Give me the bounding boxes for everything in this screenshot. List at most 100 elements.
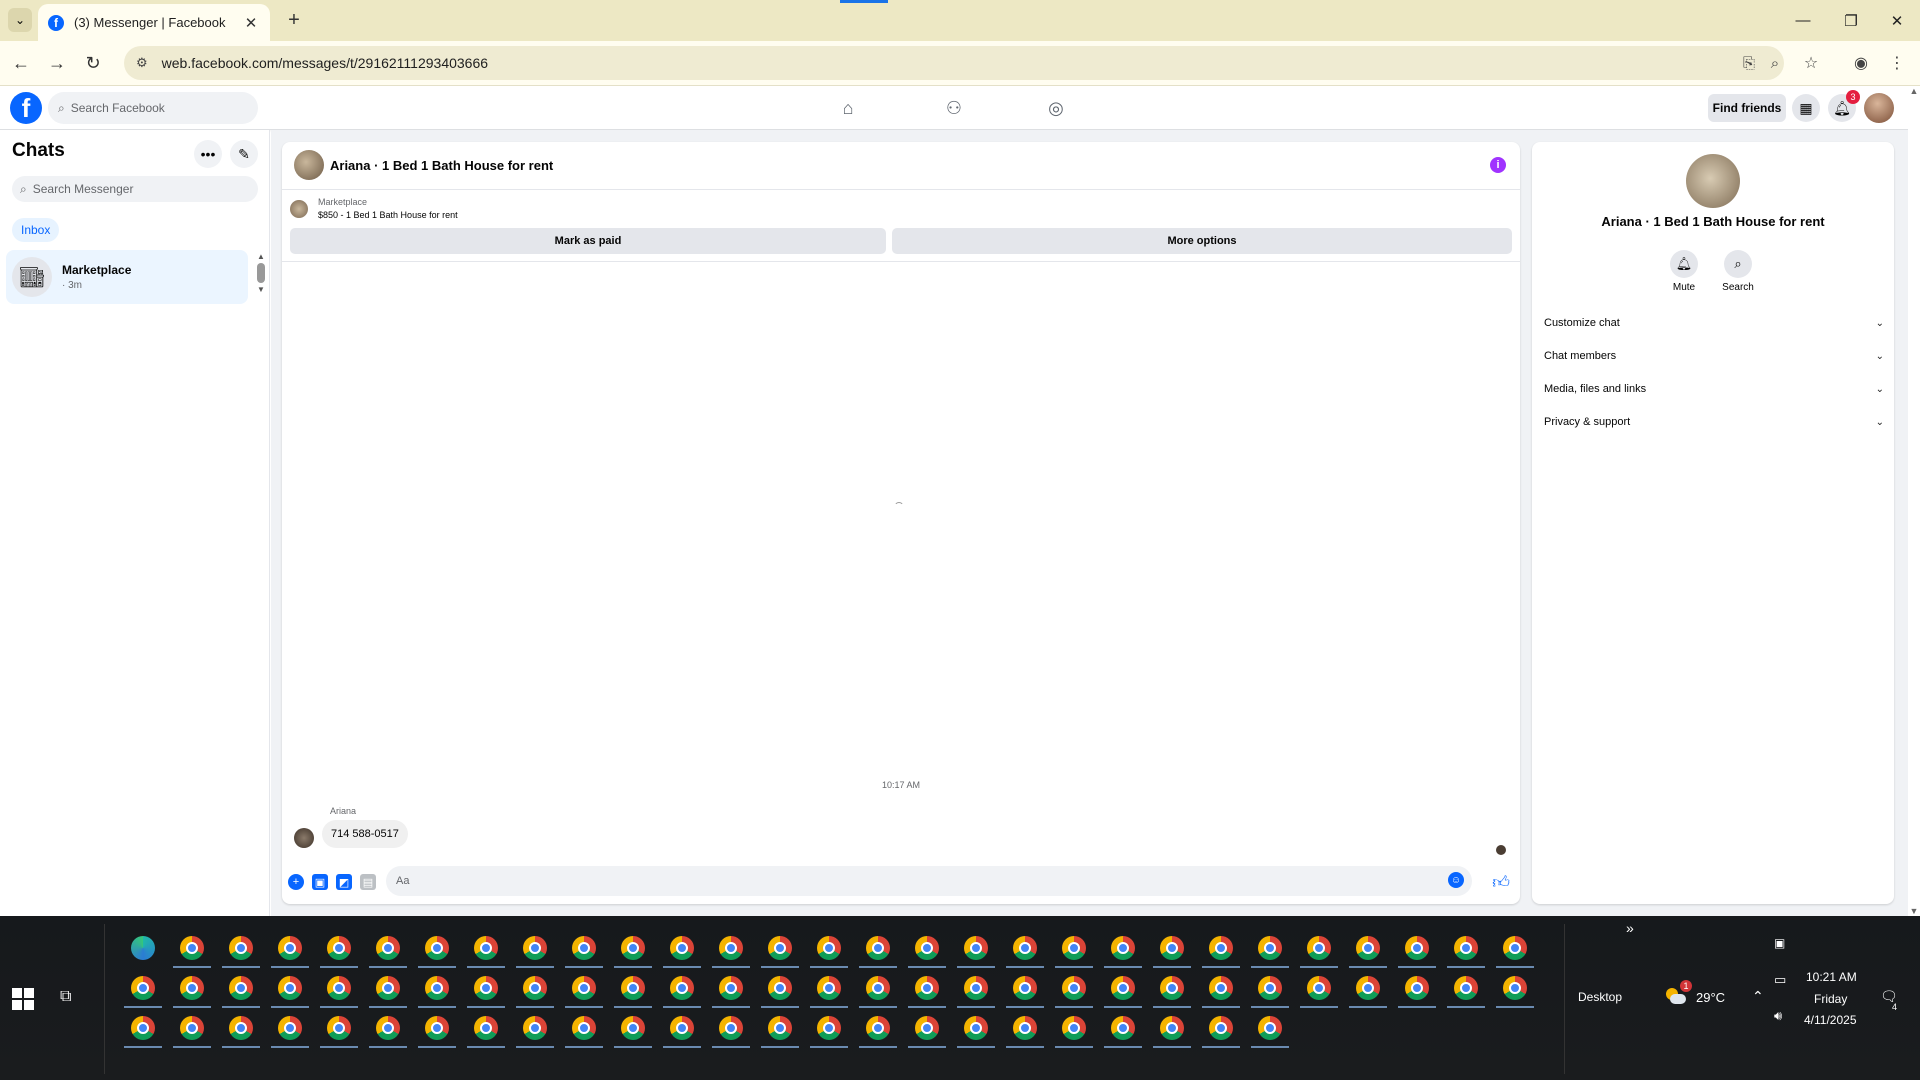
chrome-icon[interactable] xyxy=(670,976,694,1000)
clock-time[interactable]: 10:21 AM xyxy=(1806,970,1857,984)
plus-icon[interactable]: + xyxy=(288,874,304,890)
chrome-icon[interactable] xyxy=(1062,936,1086,960)
info-icon[interactable]: i xyxy=(1490,157,1506,173)
mark-as-paid-button[interactable]: Mark as paid xyxy=(290,228,886,254)
temperature[interactable]: 29°C xyxy=(1696,990,1725,1005)
chrome-icon[interactable] xyxy=(915,936,939,960)
sender-avatar[interactable] xyxy=(294,828,314,848)
chrome-icon[interactable] xyxy=(376,936,400,960)
scroll-thumb[interactable] xyxy=(257,263,265,283)
info-avatar[interactable] xyxy=(1686,154,1740,208)
chrome-icon[interactable] xyxy=(474,936,498,960)
chrome-icon[interactable] xyxy=(1258,976,1282,1000)
chrome-icon[interactable] xyxy=(768,1016,792,1040)
chrome-icon[interactable] xyxy=(278,976,302,1000)
chrome-icon[interactable] xyxy=(915,1016,939,1040)
customize-chat-row[interactable]: Customize chat ⌄ xyxy=(1544,308,1884,338)
gif-icon[interactable]: ▤ xyxy=(360,874,376,890)
chrome-icon[interactable] xyxy=(719,976,743,1000)
chrome-icon[interactable] xyxy=(278,936,302,960)
chrome-icon[interactable] xyxy=(474,1016,498,1040)
chrome-icon[interactable] xyxy=(523,976,547,1000)
volume-icon[interactable]: 🔊︎ xyxy=(1774,1008,1782,1024)
inbox-tab[interactable]: Inbox xyxy=(12,218,60,242)
chrome-icon[interactable] xyxy=(1356,976,1380,1000)
chrome-icon[interactable] xyxy=(1503,976,1527,1000)
chrome-icon[interactable] xyxy=(523,936,547,960)
chrome-icon[interactable] xyxy=(1160,936,1184,960)
friends-icon[interactable]: ⚇ xyxy=(940,94,968,122)
chrome-icon[interactable] xyxy=(1258,1016,1282,1040)
close-window-button[interactable]: ✕ xyxy=(1874,0,1920,41)
chrome-icon[interactable] xyxy=(1209,1016,1233,1040)
chrome-icon[interactable] xyxy=(915,976,939,1000)
chrome-icon[interactable] xyxy=(1111,936,1135,960)
messenger-search-input[interactable]: ⌕ Search Messenger xyxy=(12,176,258,202)
page-scrollbar[interactable]: ▲ ▼ xyxy=(1908,86,1920,916)
search-conversation-button[interactable]: ⌕ Search xyxy=(1718,250,1758,293)
chrome-icon[interactable] xyxy=(572,976,596,1000)
chrome-icon[interactable] xyxy=(523,1016,547,1040)
start-button[interactable] xyxy=(12,988,34,1010)
chrome-icon[interactable] xyxy=(719,936,743,960)
chrome-icon[interactable] xyxy=(327,976,351,1000)
privacy-support-row[interactable]: Privacy & support ⌄ xyxy=(1544,407,1884,437)
chrome-icon[interactable] xyxy=(1503,936,1527,960)
listing-thumbnail[interactable] xyxy=(290,200,308,218)
clock-date[interactable]: 4/11/2025 xyxy=(1804,1013,1857,1027)
message-input[interactable]: Aa ☺ xyxy=(386,866,1472,896)
image-icon[interactable]: ▣ xyxy=(312,874,328,890)
like-icon[interactable]: 👍︎ xyxy=(1492,872,1510,893)
scroll-down-icon[interactable]: ▼ xyxy=(1908,906,1920,916)
chrome-icon[interactable] xyxy=(866,1016,890,1040)
chrome-icon[interactable] xyxy=(670,1016,694,1040)
chrome-icon[interactable] xyxy=(474,976,498,1000)
address-bar[interactable]: ⚙ web.facebook.com/messages/t/2916211129… xyxy=(124,46,1784,80)
scroll-up-icon[interactable]: ▲ xyxy=(254,252,268,261)
chrome-icon[interactable] xyxy=(229,1016,253,1040)
zoom-icon[interactable]: ⌕ xyxy=(1760,46,1790,80)
meet-now-icon[interactable]: ▣ xyxy=(1774,936,1785,950)
browser-menu-icon[interactable]: ⋮ xyxy=(1884,50,1910,76)
chrome-icon[interactable] xyxy=(131,1016,155,1040)
facebook-search-input[interactable]: ⌕ Search Facebook xyxy=(48,92,258,124)
chrome-icon[interactable] xyxy=(817,1016,841,1040)
home-icon[interactable]: ⌂ xyxy=(834,94,862,122)
more-icon[interactable]: ••• xyxy=(194,140,222,168)
more-options-button[interactable]: More options xyxy=(892,228,1512,254)
chrome-icon[interactable] xyxy=(572,1016,596,1040)
groups-icon[interactable]: ◎ xyxy=(1042,94,1070,122)
chrome-icon[interactable] xyxy=(180,976,204,1000)
scroll-up-icon[interactable]: ▲ xyxy=(1908,86,1920,96)
menu-grid-icon[interactable]: ▦ xyxy=(1792,94,1820,122)
notifications-button[interactable]: 🔔︎ 3 xyxy=(1828,90,1860,122)
chrome-icon[interactable] xyxy=(180,1016,204,1040)
minimize-button[interactable]: — xyxy=(1780,0,1826,41)
chrome-icon[interactable] xyxy=(278,1016,302,1040)
chrome-icon[interactable] xyxy=(180,936,204,960)
compose-icon[interactable]: ✎ xyxy=(230,140,258,168)
chrome-icon[interactable] xyxy=(768,976,792,1000)
chrome-icon[interactable] xyxy=(425,936,449,960)
chrome-icon[interactable] xyxy=(1111,1016,1135,1040)
chrome-icon[interactable] xyxy=(1356,936,1380,960)
chrome-icon[interactable] xyxy=(817,976,841,1000)
desktop-toolbar-label[interactable]: Desktop xyxy=(1578,990,1622,1004)
chrome-icon[interactable] xyxy=(327,936,351,960)
account-avatar[interactable] xyxy=(1864,93,1894,123)
task-view-icon[interactable]: ⧉ xyxy=(60,988,71,1006)
edge-icon[interactable] xyxy=(131,936,155,960)
message-bubble[interactable]: 714 588-0517 xyxy=(322,820,408,848)
chrome-icon[interactable] xyxy=(1160,976,1184,1000)
listing-title[interactable]: $850 - 1 Bed 1 Bath House for rent xyxy=(318,210,458,220)
media-files-links-row[interactable]: Media, files and links ⌄ xyxy=(1544,374,1884,404)
tray-chevron-up-icon[interactable]: ⌃ xyxy=(1752,988,1764,1005)
chrome-icon[interactable] xyxy=(1209,936,1233,960)
chat-members-row[interactable]: Chat members ⌄ xyxy=(1544,341,1884,371)
new-tab-button[interactable]: + xyxy=(282,9,306,33)
browser-tab-messenger[interactable]: f (3) Messenger | Facebook ✕ xyxy=(38,4,270,41)
chrome-icon[interactable] xyxy=(670,936,694,960)
forward-button[interactable]: → xyxy=(44,50,70,76)
site-info-icon[interactable]: ⚙ xyxy=(136,55,148,71)
chrome-icon[interactable] xyxy=(376,976,400,1000)
